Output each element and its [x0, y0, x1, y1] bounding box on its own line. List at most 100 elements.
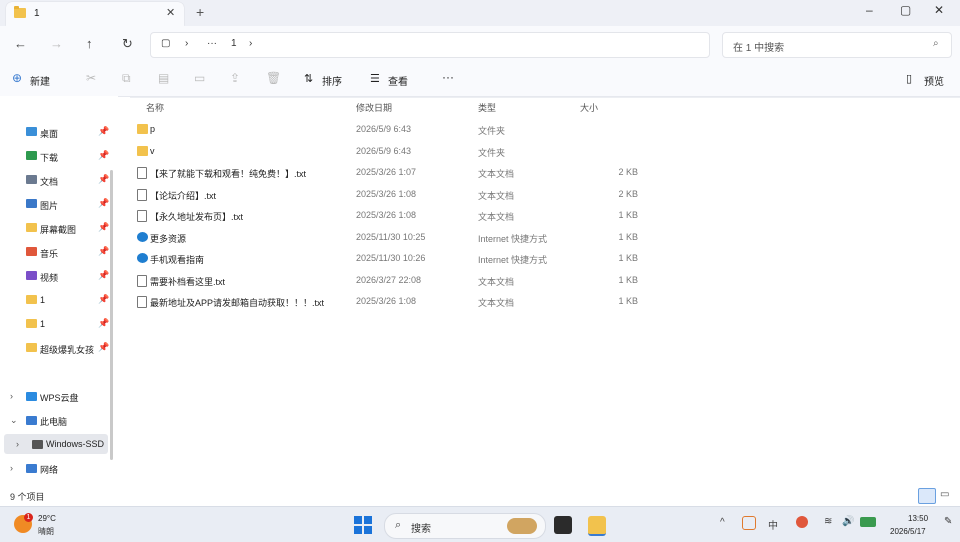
- refresh-button[interactable]: ↻: [122, 36, 133, 52]
- file-type: Internet 快捷方式: [478, 255, 548, 265]
- tree-item[interactable]: › Windows-SSD: [14, 436, 114, 454]
- file-name: p: [150, 124, 156, 134]
- sidebar-item[interactable]: 屏幕截图 📌: [24, 220, 110, 238]
- terminal-app-icon[interactable]: [554, 516, 572, 534]
- breadcrumb-more[interactable]: ···: [207, 38, 217, 49]
- tab-close-icon[interactable]: ✕: [166, 6, 175, 19]
- column-header-size[interactable]: 大小: [580, 101, 598, 114]
- volume-icon[interactable]: 🔊: [842, 516, 854, 527]
- tab-1[interactable]: 1 ✕: [6, 2, 184, 26]
- file-row[interactable]: 需要补档看这里.txt 2026/3/27 22:08 文本文档 1 KB: [130, 271, 650, 291]
- new-tab-button[interactable]: +: [196, 4, 204, 20]
- new-icon: ⊕: [12, 71, 23, 85]
- tray-chevron[interactable]: ^: [720, 517, 725, 528]
- breadcrumb-folder[interactable]: 1: [231, 38, 237, 49]
- chevron-icon[interactable]: ›: [10, 391, 13, 401]
- column-header-name[interactable]: 名称: [146, 101, 164, 114]
- preview-button[interactable]: 预览: [924, 73, 944, 88]
- tray-app-icon[interactable]: [742, 516, 756, 530]
- search-highlight-image: [507, 518, 537, 534]
- cut-icon[interactable]: ✂: [86, 71, 96, 85]
- taskbar-search-input[interactable]: 搜索: [411, 520, 431, 535]
- clock-date[interactable]: 2026/5/17: [890, 527, 926, 536]
- sidebar-item[interactable]: 桌面 📌: [24, 124, 110, 142]
- taskbar-search[interactable]: ⌕ 搜索: [384, 513, 546, 539]
- file-name: v: [150, 145, 155, 156]
- file-row[interactable]: 更多资源 2025/11/30 10:25 Internet 快捷方式 1 KB: [130, 228, 650, 248]
- file-row[interactable]: v 2026/5/9 6:43 文件夹: [130, 142, 650, 162]
- sidebar-item-label: 视频: [40, 273, 59, 283]
- sidebar-item[interactable]: 下载 📌: [24, 148, 110, 166]
- file-row[interactable]: 最新地址及APP请发邮箱自动获取！！！.txt 2025/3/26 1:08 文本文…: [130, 292, 650, 312]
- pin-icon: 📌: [98, 294, 110, 304]
- file-date: 2026/5/9 6:43: [356, 124, 412, 134]
- pin-icon: 📌: [98, 270, 110, 280]
- share-icon[interactable]: ⇪: [230, 71, 240, 85]
- view-button[interactable]: 查看: [388, 73, 408, 88]
- taskbar: 1 29°C 晴朗 ⌕ 搜索 ^ 中 ≋ 🔊 13:50 2026/5/17 ✎: [0, 506, 960, 542]
- file-explorer-app-icon[interactable]: [588, 516, 606, 536]
- file-row[interactable]: 手机观看指南 2025/11/30 10:26 Internet 快捷方式 1 KB: [130, 249, 650, 269]
- tiles-view-button[interactable]: ▭: [940, 489, 949, 500]
- wifi-icon[interactable]: ≋: [824, 516, 832, 527]
- sidebar-item[interactable]: 图片 📌: [24, 196, 110, 214]
- file-type: 文本文档: [478, 276, 515, 287]
- file-row[interactable]: 【来了就能下载和观看！纯免费！】.txt 2025/3/26 1:07 文本文档 2 …: [130, 163, 650, 183]
- folder-icon: [26, 271, 37, 280]
- sort-button[interactable]: 排序: [322, 73, 342, 88]
- file-date: 2025/11/30 10:25: [356, 231, 426, 242]
- chevron-icon[interactable]: ⌄: [10, 415, 18, 426]
- copy-icon[interactable]: ⧉: [122, 71, 131, 86]
- header-divider: [130, 97, 960, 98]
- maximize-button[interactable]: ▢: [900, 3, 911, 17]
- folder-icon: [26, 199, 37, 208]
- sidebar-item-label: 桌面: [40, 129, 59, 139]
- delete-icon[interactable]: 🗑: [266, 71, 281, 85]
- chevron-icon[interactable]: ›: [10, 463, 13, 473]
- ime-indicator[interactable]: 中: [768, 517, 778, 532]
- paste-icon[interactable]: ▤: [158, 71, 169, 85]
- column-header-date[interactable]: 修改日期: [356, 101, 392, 114]
- sidebar-item[interactable]: 文档 📌: [24, 172, 110, 190]
- rename-icon[interactable]: ▭: [194, 71, 205, 85]
- more-options-button[interactable]: ···: [442, 70, 454, 84]
- sidebar-item[interactable]: 视频 📌: [24, 268, 110, 286]
- sidebar-item[interactable]: 1 📌: [24, 316, 110, 334]
- start-button[interactable]: [354, 516, 372, 534]
- up-button[interactable]: ↑: [86, 36, 93, 51]
- back-button[interactable]: ←: [14, 36, 27, 51]
- sidebar-scrollbar[interactable]: [110, 170, 113, 460]
- file-row[interactable]: 【论坛介绍】.txt 2025/3/26 1:08 文本文档 2 KB: [130, 185, 650, 205]
- file-size: 1 KB: [618, 296, 638, 306]
- folder-icon: [26, 151, 37, 160]
- tree-item-label: 网络: [40, 465, 59, 475]
- file-size: 2 KB: [618, 188, 638, 199]
- search-input[interactable]: 在 1 中搜索: [733, 39, 784, 54]
- details-view-button[interactable]: [918, 488, 936, 504]
- file-row[interactable]: 【永久地址发布页】.txt 2025/3/26 1:08 文本文档 1 KB: [130, 206, 650, 226]
- notification-icon[interactable]: ✎: [944, 516, 952, 527]
- chevron-icon[interactable]: ›: [16, 439, 19, 449]
- tree-item-label: 此电脑: [40, 417, 68, 427]
- sidebar-item[interactable]: 1 📌: [24, 292, 110, 310]
- file-size: 1 KB: [618, 231, 638, 242]
- sidebar-item[interactable]: 超级爆乳女孩 📌: [24, 340, 110, 358]
- tree-item[interactable]: › 网络: [8, 460, 108, 478]
- column-header-type[interactable]: 类型: [478, 101, 496, 114]
- close-window-button[interactable]: ✕: [934, 3, 944, 17]
- tray-notify-icon[interactable]: [796, 516, 808, 528]
- file-date: 2025/3/26 1:08: [356, 188, 417, 199]
- file-row[interactable]: p 2026/5/9 6:43 文件夹: [130, 120, 650, 140]
- tray-extra-icon[interactable]: [860, 517, 876, 527]
- file-name: 需要补档看这里.txt: [150, 276, 226, 287]
- forward-button[interactable]: →: [50, 36, 63, 51]
- minimize-button[interactable]: –: [866, 3, 873, 17]
- new-button[interactable]: 新建: [30, 73, 50, 88]
- search-box[interactable]: 在 1 中搜索 ⌕: [722, 32, 952, 58]
- folder-icon: [26, 127, 37, 136]
- clock-time[interactable]: 13:50: [908, 514, 928, 523]
- tree-item[interactable]: ⌄ 此电脑: [8, 412, 108, 430]
- tree-item[interactable]: › WPS云盘: [8, 388, 108, 406]
- sidebar-item[interactable]: 音乐 📌: [24, 244, 110, 262]
- address-bar[interactable]: ▢ › ··· 1 ›: [150, 32, 710, 58]
